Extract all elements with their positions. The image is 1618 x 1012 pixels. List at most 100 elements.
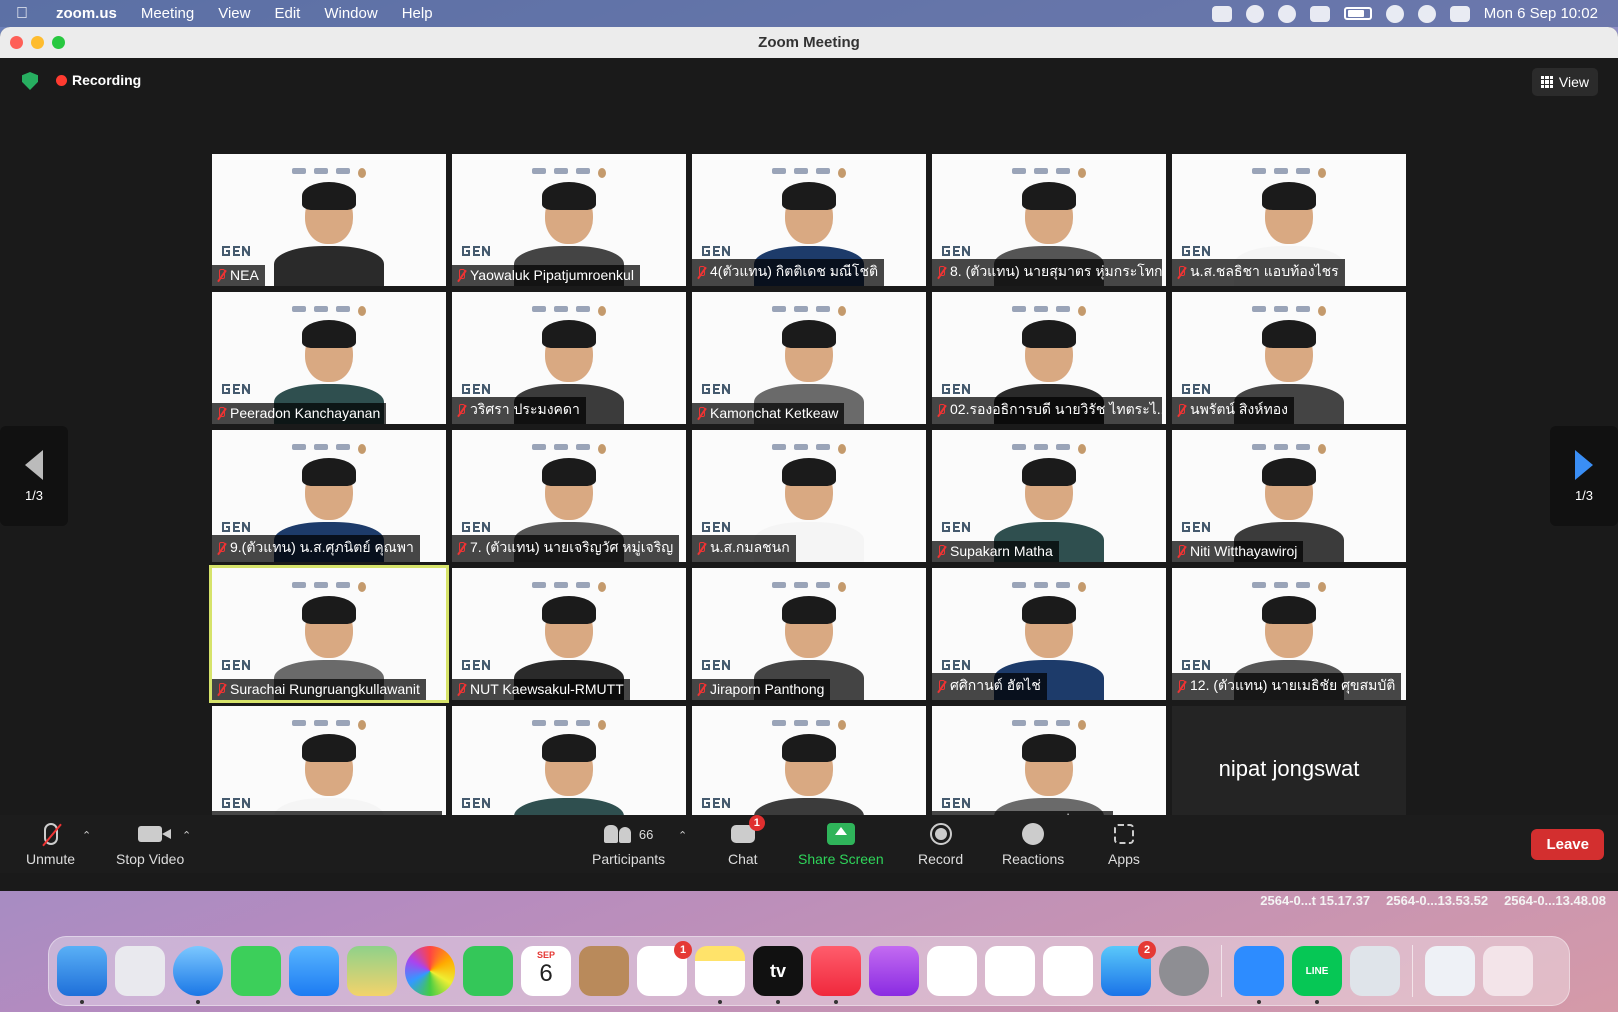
notion-icon[interactable] <box>1309 5 1330 22</box>
menu-view[interactable]: View <box>206 5 262 22</box>
finder-icon[interactable] <box>57 946 107 1004</box>
unmute-button[interactable]: Unmute <box>26 821 75 867</box>
desktop-file-label[interactable]: 2564-0...13.53.52 <box>1386 893 1488 908</box>
participant-tile[interactable]: 02.รองอธิการบดี นายวิรัช ไทตระไ... <box>932 292 1166 424</box>
leave-button[interactable]: Leave <box>1531 829 1604 860</box>
reactions-button[interactable]: Reactions <box>1002 821 1064 867</box>
participant-name: Peeradon Kanchayanan <box>230 405 381 421</box>
security-shield-icon[interactable] <box>22 72 38 90</box>
trash-icon[interactable] <box>1483 946 1533 996</box>
mail-icon[interactable] <box>289 946 339 996</box>
participant-tile[interactable]: น.ส.ชลธิชา แอบท้องไชร <box>1172 154 1406 286</box>
reminders-badge: 1 <box>674 941 692 959</box>
control-center-icon[interactable] <box>1449 5 1470 22</box>
genz-background-logo <box>700 382 734 400</box>
app-store-icon[interactable]: 2 <box>1101 941 1156 996</box>
participant-tile[interactable]: Jiraporn Panthong <box>692 568 926 700</box>
desktop-file-label[interactable]: 2564-0...13.48.08 <box>1504 893 1606 908</box>
photos-icon[interactable] <box>405 946 455 996</box>
menu-edit[interactable]: Edit <box>262 5 312 22</box>
participant-tile[interactable]: NUT Kaewsakul-RMUTT <box>452 568 686 700</box>
facetime-icon[interactable] <box>463 946 513 996</box>
fullscreen-window-button[interactable] <box>52 36 65 49</box>
view-button[interactable]: View <box>1531 68 1598 96</box>
participant-tile[interactable]: 12. (ตัวแทน) นายเมธิชัย ศุขสมบัติ <box>1172 568 1406 700</box>
numbers-icon[interactable] <box>985 946 1035 996</box>
share-screen-button[interactable]: Share Screen <box>798 821 884 867</box>
participant-name: ศศิกานต์ ฮัตไช่ <box>950 677 1041 693</box>
participant-name-bar: Niti Witthayawiroj <box>1172 541 1304 562</box>
chat-button[interactable]: 1 Chat <box>728 815 765 867</box>
apple-tv-icon[interactable]: tv <box>753 946 803 1004</box>
desktop-file-label[interactable]: 2564-0...t 15.17.37 <box>1260 893 1370 908</box>
participant-tile[interactable]: Yaowaluk Pipatjumroenkul <box>452 154 686 286</box>
page-indicator-right: 1/3 <box>1574 487 1594 503</box>
system-preferences-icon[interactable] <box>1159 946 1209 996</box>
genz-background-logo <box>460 244 494 262</box>
participants-chevron-icon[interactable]: ⌃ <box>678 829 687 842</box>
line-status-icon[interactable] <box>1277 4 1296 23</box>
control-link-icon[interactable] <box>1385 4 1404 23</box>
participant-tile[interactable]: 4(ตัวแทน) กิตติเดช มณีโชติ <box>692 154 926 286</box>
next-page-button[interactable]: 1/3 <box>1550 426 1618 526</box>
close-window-button[interactable] <box>10 36 23 49</box>
participant-name-bar: 4(ตัวแทน) กิตติเดช มณีโชติ <box>692 259 885 286</box>
virtual-background-logos <box>1252 168 1326 178</box>
zoom-app-icon[interactable] <box>1234 946 1284 1004</box>
contacts-icon[interactable] <box>579 946 629 996</box>
keynote-icon[interactable] <box>927 946 977 996</box>
previous-page-button[interactable]: 1/3 <box>0 426 68 526</box>
participant-name: Kamonchat Ketkeaw <box>710 405 839 421</box>
dock-separator <box>1221 945 1222 997</box>
pages-icon[interactable] <box>1043 946 1093 996</box>
app-store-badge: 2 <box>1138 941 1156 959</box>
menu-help[interactable]: Help <box>390 5 445 22</box>
line-app-icon[interactable]: LINE <box>1292 946 1342 1004</box>
video-options-chevron-icon[interactable]: ⌃ <box>182 829 191 842</box>
record-button[interactable]: Record <box>918 821 963 867</box>
genz-background-logo <box>1180 520 1214 538</box>
audio-options-chevron-icon[interactable]: ⌃ <box>82 829 91 842</box>
podcasts-icon[interactable] <box>869 946 919 996</box>
participant-tile[interactable]: นพรัตน์ สิงห์ทอง <box>1172 292 1406 424</box>
creative-cloud-icon[interactable] <box>1245 4 1264 23</box>
menu-app-name[interactable]: zoom.us <box>44 5 129 22</box>
recording-indicator[interactable]: Recording <box>56 72 141 88</box>
notes-icon[interactable] <box>695 946 745 1004</box>
participant-tile[interactable]: 7. (ตัวแทน) นายเจริญวัศ หมู่เจริญ <box>452 430 686 562</box>
participant-tile[interactable]: Supakarn Matha <box>932 430 1166 562</box>
launchpad-icon[interactable] <box>115 946 165 996</box>
participant-tile[interactable]: Kamonchat Ketkeaw <box>692 292 926 424</box>
minimize-window-button[interactable] <box>31 36 44 49</box>
participant-tile[interactable]: Niti Witthayawiroj <box>1172 430 1406 562</box>
music-icon[interactable] <box>811 946 861 1004</box>
calendar-icon[interactable]: SEP 6 <box>521 946 571 996</box>
zoom-status-icon[interactable] <box>1211 5 1232 22</box>
spotlight-search-icon[interactable] <box>1417 4 1436 23</box>
participant-tile[interactable]: ศศิกานต์ ฮัตไช่ <box>932 568 1166 700</box>
participant-tile[interactable]: น.ส.กมลชนก <box>692 430 926 562</box>
participant-tile[interactable]: 9.(ตัวแทน) น.ส.ศุภนิตย์ คุณพา <box>212 430 446 562</box>
mic-muted-icon <box>696 265 706 279</box>
downloads-stack-icon[interactable] <box>1425 946 1475 996</box>
maps-icon[interactable] <box>347 946 397 996</box>
stop-video-button[interactable]: Stop Video <box>116 821 184 867</box>
participant-name: น.ส.กมลชนก <box>710 539 790 555</box>
apple-menu-icon[interactable]:  <box>0 5 44 23</box>
participant-tile[interactable]: 8. (ตัวแทน) นายสุมาตร หุ่มกระโทก <box>932 154 1166 286</box>
participant-name: 7. (ตัวแทน) นายเจริญวัศ หมู่เจริญ <box>470 539 674 555</box>
apps-button[interactable]: Apps <box>1108 821 1140 867</box>
participant-tile[interactable]: Surachai Rungruangkullawanit <box>209 565 449 703</box>
battery-icon[interactable] <box>1343 7 1372 20</box>
messages-icon[interactable] <box>231 946 281 996</box>
menubar-clock[interactable]: Mon 6 Sep 10:02 <box>1484 5 1598 22</box>
menu-window[interactable]: Window <box>312 5 389 22</box>
preview-icon[interactable] <box>1350 946 1400 996</box>
participant-tile[interactable]: Peeradon Kanchayanan <box>212 292 446 424</box>
menu-meeting[interactable]: Meeting <box>129 5 206 22</box>
participant-tile[interactable]: NEA <box>212 154 446 286</box>
participant-tile[interactable]: วริศรา ประมงคดา <box>452 292 686 424</box>
safari-icon[interactable] <box>173 946 223 1004</box>
reminders-icon[interactable]: 1 <box>637 941 692 996</box>
participants-button[interactable]: 66 Participants <box>592 821 665 867</box>
